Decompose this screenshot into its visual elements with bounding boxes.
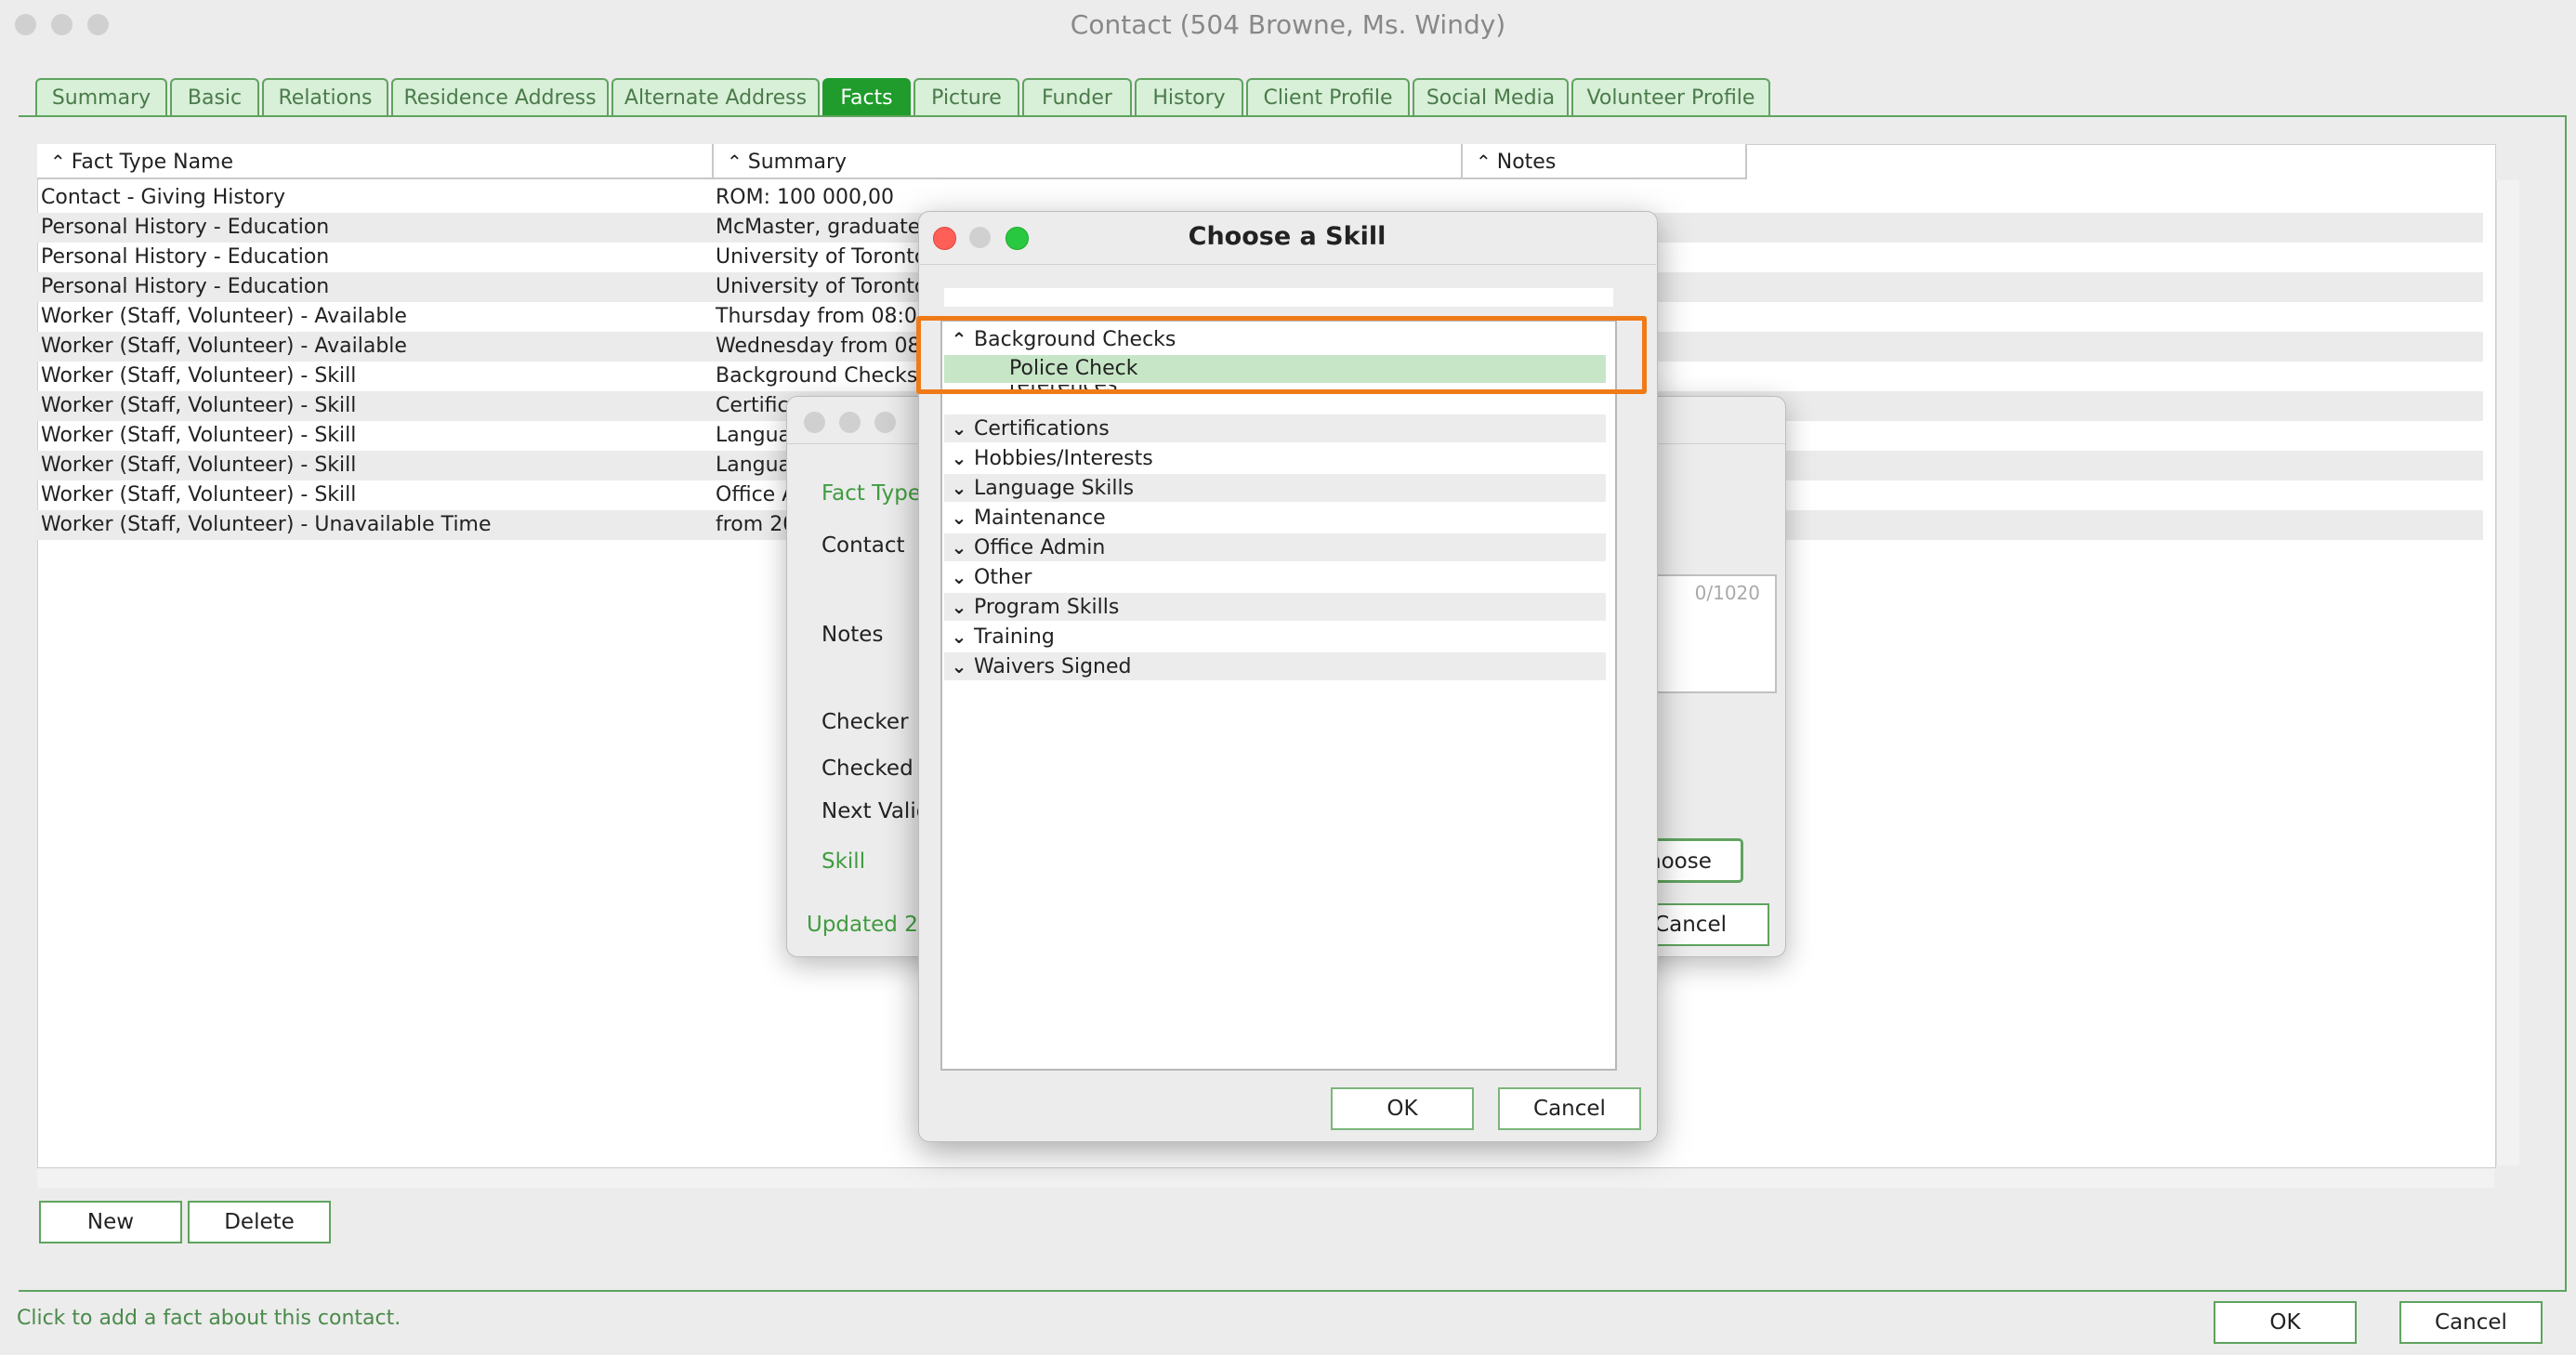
tab-client-profile[interactable]: Client Profile	[1246, 78, 1410, 115]
tab-facts[interactable]: Facts	[822, 78, 911, 115]
chevron-down-icon: ⌄	[951, 417, 967, 440]
tree-filter-strip	[944, 288, 1613, 307]
table-row[interactable]: Contact - Giving History ROM: 100 000,00	[37, 183, 2483, 213]
chevron-down-icon: ⌄	[951, 506, 967, 529]
delete-fact-button[interactable]: Delete	[188, 1201, 331, 1243]
status-text: Click to add a fact about this contact.	[17, 1307, 401, 1330]
dialog-title: Choose a Skill	[1188, 222, 1387, 251]
tab-divider	[19, 115, 2567, 117]
tree-group-maintenance[interactable]: ⌄ Maintenance	[944, 504, 1606, 532]
tab-funder[interactable]: Funder	[1022, 78, 1132, 115]
tab-picture[interactable]: Picture	[913, 78, 1019, 115]
checker-label: Checker	[821, 710, 909, 734]
tab-history[interactable]: History	[1135, 78, 1243, 115]
tree-group-office-admin[interactable]: ⌄ Office Admin	[944, 533, 1606, 561]
tree-group-hobbies-interests[interactable]: ⌄ Hobbies/Interests	[944, 444, 1606, 472]
column-header-summary[interactable]: ⌃ Summary	[714, 144, 1463, 179]
title-divider	[918, 264, 1656, 265]
sort-ascending-icon: ⌃	[1476, 151, 1492, 173]
choose-skill-button[interactable]: hoose	[1645, 838, 1743, 883]
chevron-down-icon: ⌄	[951, 625, 967, 648]
vertical-scrollbar[interactable]	[2496, 180, 2519, 1165]
chevron-down-icon: ⌄	[951, 536, 967, 559]
fact-cancel-button[interactable]: Cancel	[1645, 903, 1769, 946]
new-fact-button[interactable]: New	[39, 1201, 182, 1243]
sort-ascending-icon: ⌃	[727, 151, 743, 173]
chevron-down-icon: ⌄	[951, 655, 967, 678]
tab-relations[interactable]: Relations	[262, 78, 388, 115]
chevron-down-icon: ⌄	[951, 477, 967, 499]
ok-button[interactable]: OK	[2214, 1301, 2357, 1344]
horizontal-scrollbar[interactable]	[37, 1169, 2494, 1188]
notes-char-counter: 0/1020	[1694, 582, 1760, 604]
close-window-button[interactable]	[804, 412, 825, 433]
frame-border	[2565, 115, 2567, 1292]
highlight-annotation	[916, 316, 1647, 394]
chevron-down-icon: ⌄	[951, 566, 967, 588]
updated-label: Updated 20	[807, 913, 932, 937]
notes-textarea[interactable]: 0/1020	[1645, 574, 1777, 693]
column-header-notes[interactable]: ⌃ Notes	[1463, 144, 1747, 179]
tab-summary[interactable]: Summary	[35, 78, 167, 115]
tab-alternate-address[interactable]: Alternate Address	[611, 78, 820, 115]
sort-ascending-icon: ⌃	[50, 151, 66, 173]
tree-group-other[interactable]: ⌄ Other	[944, 563, 1606, 591]
notes-label: Notes	[821, 623, 884, 647]
tab-residence-address[interactable]: Residence Address	[391, 78, 609, 115]
tree-group-certifications[interactable]: ⌄ Certifications	[944, 414, 1606, 442]
tab-social-media[interactable]: Social Media	[1413, 78, 1569, 115]
skill-label: Skill	[821, 849, 866, 874]
contact-label: Contact	[821, 533, 905, 558]
zoom-window-button[interactable]	[874, 412, 896, 433]
minimize-window-button[interactable]	[839, 412, 861, 433]
tree-group-waivers-signed[interactable]: ⌄ Waivers Signed	[944, 652, 1606, 680]
skill-cancel-button[interactable]: Cancel	[1498, 1087, 1641, 1130]
tree-group-language-skills[interactable]: ⌄ Language Skills	[944, 474, 1606, 502]
status-divider	[19, 1290, 2567, 1292]
chevron-down-icon: ⌄	[951, 596, 967, 618]
tab-volunteer-profile[interactable]: Volunteer Profile	[1571, 78, 1770, 115]
window-title: Contact (504 Browne, Ms. Windy)	[1070, 9, 1506, 40]
tree-group-program-skills[interactable]: ⌄ Program Skills	[944, 593, 1606, 621]
column-header-fact-type-name[interactable]: ⌃ Fact Type Name	[37, 144, 714, 179]
fact-type-label: Fact Type	[821, 481, 922, 506]
chevron-down-icon: ⌄	[951, 447, 967, 469]
skill-ok-button[interactable]: OK	[1331, 1087, 1474, 1130]
tab-basic[interactable]: Basic	[170, 78, 259, 115]
cancel-button[interactable]: Cancel	[2399, 1301, 2543, 1344]
tree-group-training[interactable]: ⌄ Training	[944, 623, 1606, 651]
